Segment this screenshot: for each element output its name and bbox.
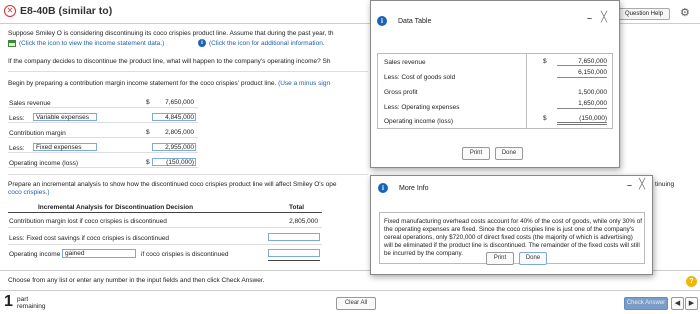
header-rule	[8, 212, 322, 213]
footer-divider	[0, 290, 700, 291]
dialog-title: Data Table	[398, 18, 432, 25]
cm-row-label: Sales revenue	[9, 100, 51, 107]
divider	[8, 174, 368, 175]
cm-row-label: Operating income (loss)	[9, 160, 78, 167]
info-icon: i	[377, 16, 387, 26]
info-icon: i	[378, 183, 388, 193]
data-row-label: Less: Cost of goods sold	[384, 74, 456, 81]
cm-row-label: Less:	[9, 145, 25, 152]
operating-income-change-field[interactable]	[268, 249, 320, 257]
cm-row-value: 2,955,000	[165, 144, 194, 151]
problem-question: If the company decides to discontinue th…	[8, 58, 331, 65]
data-row-value: 6,150,000	[578, 69, 607, 76]
minimize-icon[interactable]: –	[587, 13, 592, 23]
data-row-dollar: $	[543, 58, 547, 65]
cm-row-dollar: $	[146, 99, 150, 106]
cm-row-value: 4,845,000	[165, 114, 194, 121]
close-icon[interactable]: ╳	[639, 179, 645, 190]
incremental-row-label: Less: Fixed cost savings if coco crispie…	[9, 235, 170, 242]
divider	[8, 71, 368, 72]
data-row-value: (150,000)	[579, 115, 607, 122]
page-title: E8-40B (similar to)	[20, 5, 113, 17]
previous-arrow-icon[interactable]: ◀	[671, 297, 684, 310]
incremental-row-label: Contribution margin lost if coco crispie…	[9, 218, 167, 225]
incremental-prompt-hint: coco crispies.)	[8, 189, 50, 196]
parts-remaining-sublabel: remaining	[17, 303, 46, 310]
data-row-value: 7,650,000	[578, 58, 607, 65]
data-row-label: Less: Operating expenses	[384, 104, 460, 111]
gear-icon[interactable]: ⚙	[680, 6, 690, 19]
data-row-label: Gross profit	[384, 89, 418, 96]
total-rule	[268, 260, 320, 261]
data-row-dollar: $	[543, 115, 547, 122]
question-help-button[interactable]: Question Help	[618, 8, 670, 20]
clear-all-button[interactable]: Clear All	[336, 297, 376, 310]
income-statement-link[interactable]: (Click the icon to view the income state…	[19, 40, 164, 47]
cm-row-sublabel: Variable expenses	[36, 114, 89, 121]
gained-lost-select-value: gained	[65, 250, 85, 257]
additional-info-link[interactable]: (Click the icon for additional informati…	[209, 40, 325, 47]
print-button[interactable]: Print	[486, 252, 514, 265]
cm-row-dollar: $	[146, 129, 150, 136]
sum-rule	[557, 65, 607, 66]
cm-row-value: 2,805,000	[165, 129, 194, 136]
row-divider	[8, 167, 198, 168]
column-divider	[526, 54, 527, 128]
fixed-cost-savings-field[interactable]	[268, 233, 320, 241]
parts-remaining-count: 1	[4, 293, 13, 310]
dialog-title: More Info	[399, 185, 429, 192]
done-button[interactable]: Done	[519, 252, 547, 265]
problem-intro: Suppose Smiley O is considering disconti…	[8, 30, 334, 37]
data-row-value: 1,650,000	[578, 100, 607, 107]
info-icon[interactable]: i	[198, 39, 206, 47]
help-icon[interactable]: ?	[686, 276, 697, 287]
total-header: Total	[289, 204, 305, 211]
cm-row-sublabel: Fixed expenses	[36, 144, 82, 151]
incremental-prompt: Prepare an incremental analysis to show …	[8, 181, 337, 188]
cm-row-label: Contribution margin	[9, 130, 66, 137]
total-double-rule	[557, 122, 607, 125]
sum-rule	[557, 77, 607, 78]
cm-row-value: 7,650,000	[165, 99, 194, 106]
cm-row-value: (150,000)	[166, 159, 194, 166]
print-button[interactable]: Print	[462, 147, 490, 160]
row-divider	[8, 107, 198, 108]
row-divider	[8, 244, 322, 245]
cm-instruction-text: Begin by preparing a contribution margin…	[8, 80, 277, 87]
data-row-value: 1,500,000	[578, 89, 607, 96]
incremental-row-label-pre: Operating income	[9, 251, 61, 258]
data-table-dialog: i Data Table – ╳ Sales revenue $ 7,650,0…	[370, 0, 620, 168]
done-button[interactable]: Done	[495, 147, 523, 160]
incremental-row-value: 2,805,000	[289, 218, 318, 225]
next-arrow-icon[interactable]: ▶	[685, 297, 698, 310]
row-divider	[8, 137, 198, 138]
row-divider	[8, 122, 198, 123]
close-icon[interactable]: ╳	[601, 12, 607, 23]
cm-instruction-hint: (Use a minus sign	[278, 80, 331, 87]
row-divider	[8, 152, 198, 153]
row-divider	[8, 227, 322, 228]
incremental-table-title: Incremental Analysis for Discontinuation…	[38, 204, 194, 211]
parts-remaining-label: part	[17, 296, 29, 303]
table-icon[interactable]	[8, 40, 16, 47]
exercise-status-icon: ✕	[4, 5, 16, 17]
footer-hint: Choose from any list or enter any number…	[8, 277, 265, 284]
cm-row-label: Less:	[9, 115, 25, 122]
incremental-row-label-post: if coco crispies is discontinued	[141, 251, 229, 258]
incremental-prompt-tail: tinuing	[655, 181, 675, 188]
minimize-icon[interactable]: –	[627, 180, 632, 190]
more-info-dialog: i More Info – ╳ Fixed manufacturing over…	[370, 175, 653, 275]
sum-rule	[557, 108, 607, 109]
data-row-label: Sales revenue	[384, 59, 426, 66]
cm-row-dollar: $	[146, 159, 150, 166]
check-answer-button[interactable]: Check Answer	[624, 297, 668, 310]
data-row-label: Operating income (loss)	[384, 118, 453, 125]
cm-instruction: Begin by preparing a contribution margin…	[8, 80, 370, 87]
